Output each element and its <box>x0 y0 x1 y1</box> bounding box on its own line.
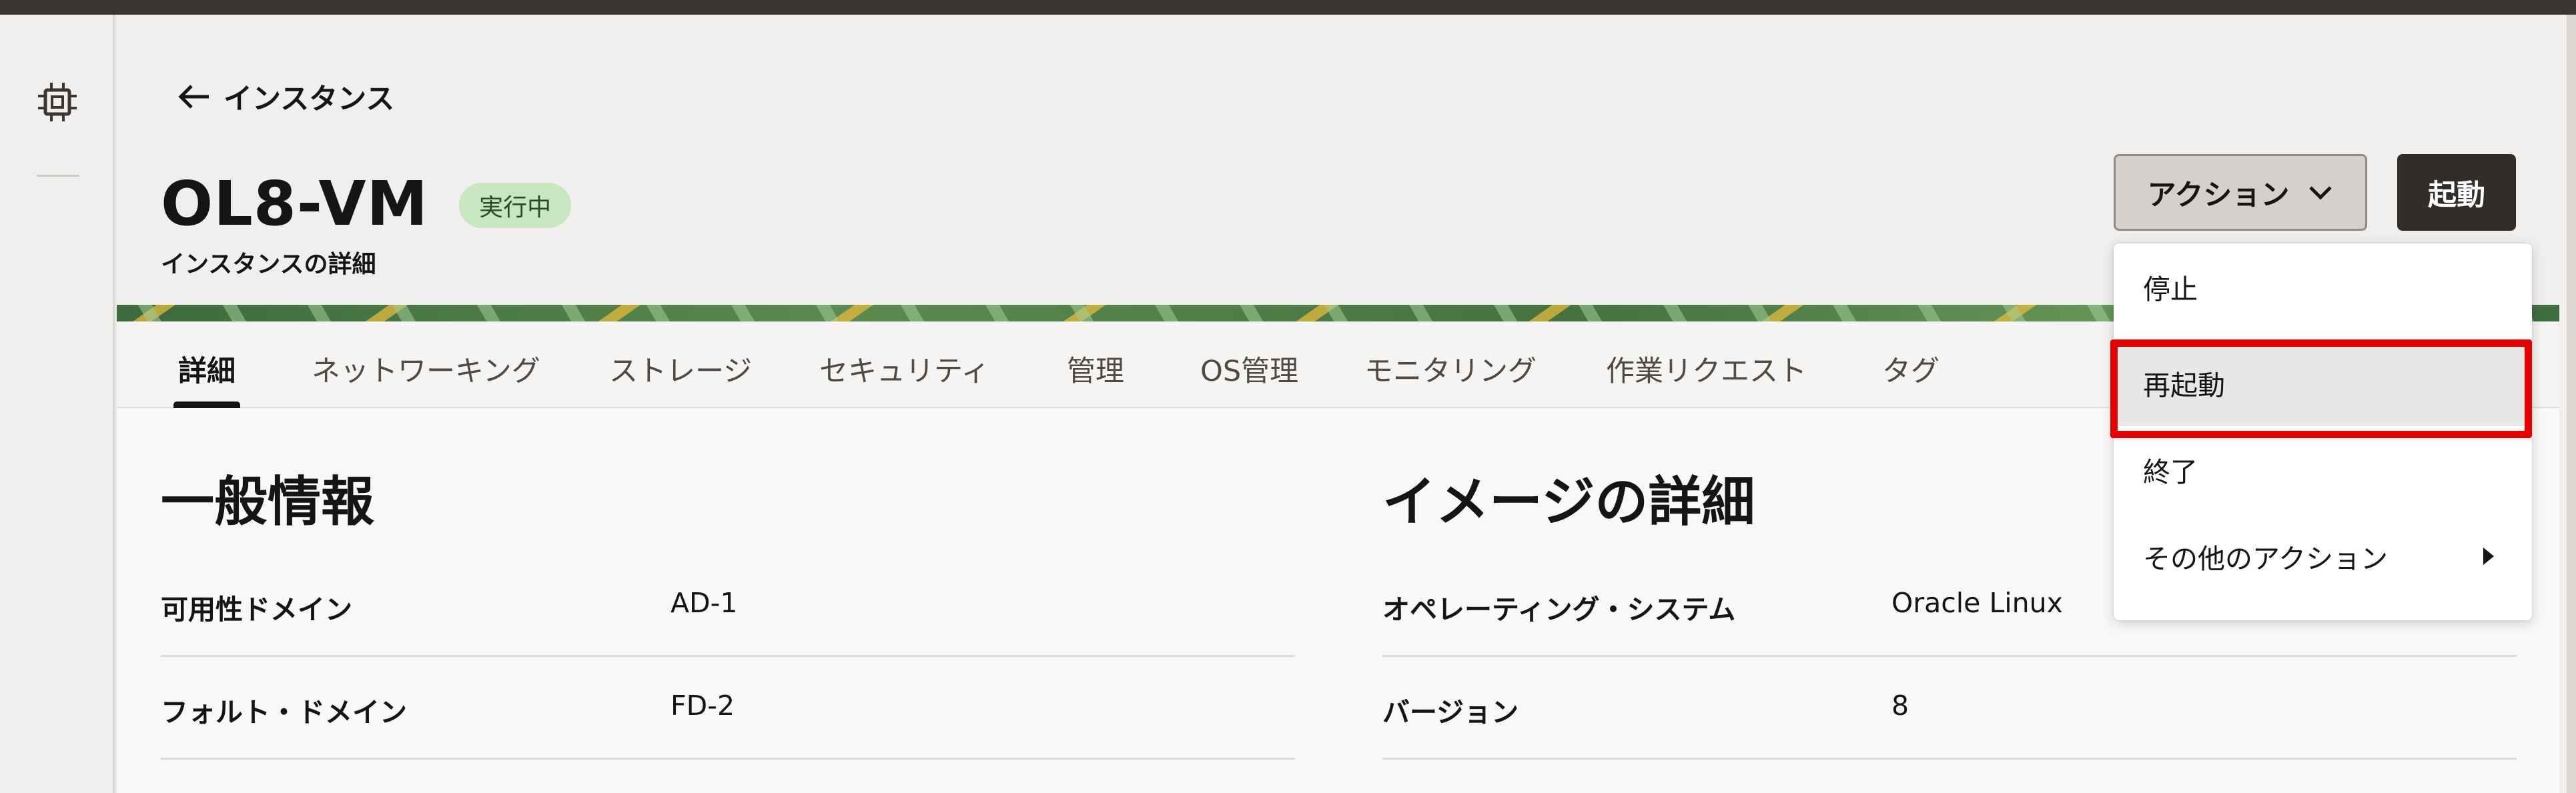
tab-tags[interactable]: タグ <box>1882 348 1940 389</box>
back-link-label: インスタンス <box>224 83 395 116</box>
active-tab-indicator <box>173 402 240 408</box>
status-badge: 実行中 <box>459 182 572 228</box>
version-label: バージョン <box>1382 696 1519 728</box>
tab-storage[interactable]: ストレージ <box>609 348 752 389</box>
chip-icon[interactable] <box>37 81 78 123</box>
reboot-highlight-box <box>2110 339 2532 438</box>
image-details-title: イメージの詳細 <box>1382 471 1755 533</box>
menu-item-label: 終了 <box>2143 456 2198 488</box>
title-row: OL8-VM 実行中 <box>161 168 572 239</box>
tab-os-management[interactable]: OS管理 <box>1200 348 1298 389</box>
tab-details[interactable]: 詳細 <box>178 348 236 389</box>
actions-button-label: アクション <box>2147 178 2290 212</box>
back-link[interactable]: インスタンス <box>177 76 394 117</box>
page-subtitle: インスタンスの詳細 <box>161 251 376 278</box>
menu-item-stop[interactable]: 停止 <box>2114 243 2532 330</box>
row-divider <box>161 655 1295 657</box>
fault-domain-value: FD-2 <box>671 690 735 722</box>
tab-security[interactable]: セキュリティ <box>819 348 989 389</box>
rail-divider <box>37 175 79 177</box>
scrollbar[interactable] <box>2567 15 2576 793</box>
menu-item-label: 停止 <box>2143 273 2198 305</box>
tab-work-requests[interactable]: 作業リクエスト <box>1606 348 1807 389</box>
menu-item-label: その他のアクション <box>2143 543 2388 575</box>
row-divider <box>161 758 1295 760</box>
row-divider <box>1382 758 2517 760</box>
fault-domain-label: フォルト・ドメイン <box>161 696 407 728</box>
window-top-bar <box>0 0 2576 15</box>
chevron-down-icon <box>2309 185 2332 200</box>
left-nav-rail <box>0 15 115 793</box>
menu-item-more-actions[interactable]: その他のアクション <box>2114 513 2532 600</box>
version-value: 8 <box>1891 690 1909 722</box>
operating-system-value: Oracle Linux <box>1891 587 2063 619</box>
caret-right-icon <box>2483 548 2494 565</box>
start-button[interactable]: 起動 <box>2397 154 2516 231</box>
availability-domain-value: AD-1 <box>671 587 738 619</box>
arrow-left-icon <box>178 85 209 109</box>
general-info-title: 一般情報 <box>161 471 374 533</box>
tab-management[interactable]: 管理 <box>1067 348 1124 389</box>
operating-system-label: オペレーティング・システム <box>1382 594 1736 626</box>
menu-item-terminate[interactable]: 終了 <box>2114 426 2532 513</box>
tab-monitoring[interactable]: モニタリング <box>1364 348 1537 389</box>
tab-networking[interactable]: ネットワーキング <box>312 348 540 389</box>
row-divider <box>1382 655 2517 657</box>
page-title: OL8-VM <box>161 168 429 239</box>
availability-domain-label: 可用性ドメイン <box>161 594 352 626</box>
actions-button[interactable]: アクション <box>2114 154 2367 231</box>
